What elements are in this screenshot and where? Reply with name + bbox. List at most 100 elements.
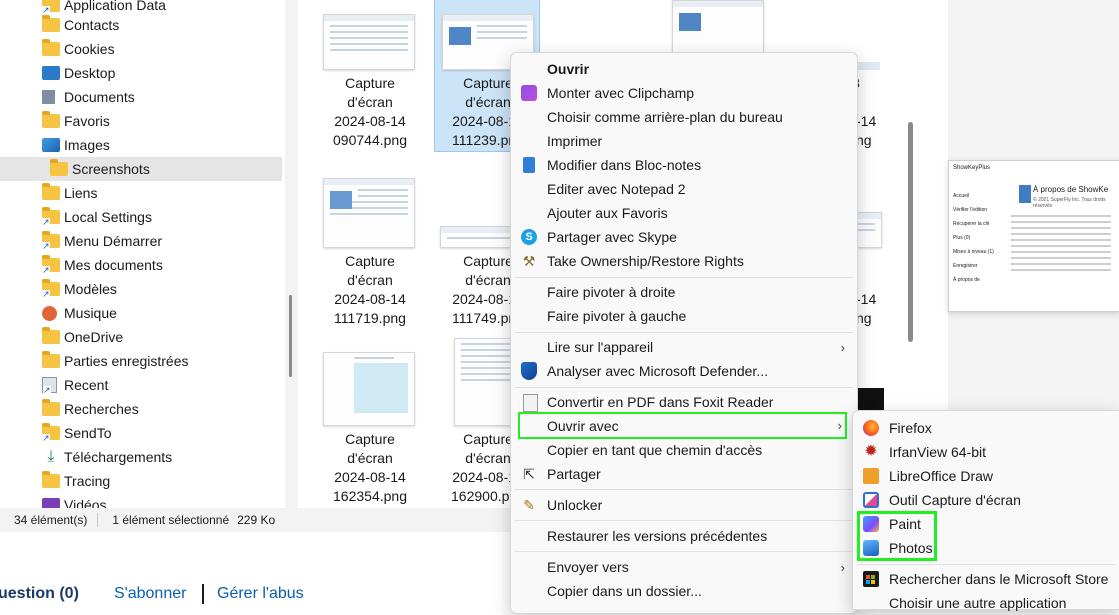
nav-item-label: Menu Démarrer xyxy=(64,233,163,249)
snipping-tool-icon xyxy=(863,492,879,508)
menu-item-rotate-right[interactable]: Faire pivoter à droite xyxy=(511,280,857,304)
open-with-libreoffice-draw[interactable]: LibreOffice Draw xyxy=(853,464,1119,488)
open-with-firefox[interactable]: Firefox xyxy=(853,416,1119,440)
file-name-partial: ng xyxy=(856,310,872,326)
menu-item-label: Modifier dans Bloc-notes xyxy=(547,157,702,173)
menu-item-convert-pdf[interactable]: Convertir en PDF dans Foxit Reader xyxy=(511,390,857,414)
notepad-icon xyxy=(523,157,535,173)
file-name-partial: -14 xyxy=(856,291,877,307)
nav-item-label: Documents xyxy=(64,89,135,105)
open-with-irfanview[interactable]: ✹ IrfanView 64-bit xyxy=(853,440,1119,464)
menu-item-set-wallpaper[interactable]: Choisir comme arrière-plan du bureau xyxy=(511,105,857,129)
preview-menu-item: Enregistrer xyxy=(953,263,978,269)
nav-item-screenshots[interactable]: Screenshots xyxy=(0,157,282,181)
nav-item-videos[interactable]: Vidéos xyxy=(0,493,282,508)
nav-item-modeles[interactable]: Modèles xyxy=(0,277,282,301)
menu-item-notepad2[interactable]: Editer avec Notepad 2 xyxy=(511,177,857,201)
menu-item-print[interactable]: Imprimer xyxy=(511,129,857,153)
menu-item-label: Faire pivoter à gauche xyxy=(547,308,687,324)
preview-app-name: ShowKeyPlus xyxy=(953,165,991,171)
nav-item-telechargements[interactable]: ⤓ Téléchargements xyxy=(0,445,282,469)
menu-item-label: Copier en tant que chemin d'accès xyxy=(547,442,763,458)
nav-item-sendto[interactable]: SendTo xyxy=(0,421,282,445)
submenu-item-label: Firefox xyxy=(889,420,932,436)
images-icon xyxy=(42,138,60,152)
defender-icon xyxy=(521,362,537,380)
open-with-photos[interactable]: Photos xyxy=(853,536,1119,560)
menu-item-scan-defender[interactable]: Analyser avec Microsoft Defender... xyxy=(511,359,857,383)
menu-item-copy-to-folder[interactable]: Copier dans un dossier... xyxy=(511,579,857,603)
menu-item-open-with[interactable]: Ouvrir avec › xyxy=(518,412,847,439)
folder-shortcut-icon xyxy=(42,207,60,227)
nav-item-recent[interactable]: Recent xyxy=(0,373,282,397)
folder-icon xyxy=(42,111,60,128)
menu-item-cast-to-device[interactable]: Lire sur l'appareil › xyxy=(511,335,857,359)
folder-icon xyxy=(42,327,60,344)
file-name-partial: ng xyxy=(856,132,872,148)
photos-icon xyxy=(863,540,879,556)
nav-item-recherches[interactable]: Recherches xyxy=(0,397,282,421)
menu-item-send-to[interactable]: Envoyer vers › xyxy=(511,555,857,579)
menu-item-take-ownership[interactable]: ⚒ Take Ownership/Restore Rights xyxy=(511,249,857,273)
libreoffice-draw-icon xyxy=(863,468,879,484)
menu-separator xyxy=(515,277,853,278)
folder-icon xyxy=(42,399,60,416)
preview-copyright: © 2021 SuperFly Inc. Tous droits réservé… xyxy=(1033,197,1106,209)
menu-item-copy-path[interactable]: Copier en tant que chemin d'accès xyxy=(511,438,857,462)
content-scrollbar[interactable] xyxy=(908,122,913,342)
context-menu: Ouvrir Monter avec Clipchamp Choisir com… xyxy=(510,52,858,614)
report-abuse-link[interactable]: Gérer l'abus xyxy=(217,585,304,603)
submenu-item-label: IrfanView 64-bit xyxy=(889,444,987,460)
nav-item-liens[interactable]: Liens xyxy=(0,181,282,205)
status-size: 229 Ko xyxy=(237,513,276,527)
nav-item-menu-demarrer[interactable]: Menu Démarrer xyxy=(0,229,282,253)
nav-item-musique[interactable]: Musique xyxy=(0,301,282,325)
documents-icon xyxy=(42,90,55,104)
menu-item-label: Faire pivoter à droite xyxy=(547,284,676,300)
menu-item-share-skype[interactable]: S Partager avec Skype xyxy=(511,225,857,249)
menu-item-label: Choisir comme arrière-plan du bureau xyxy=(547,109,783,125)
folder-icon xyxy=(42,39,60,56)
nav-item-favoris[interactable]: Favoris xyxy=(0,109,282,133)
nav-item-documents[interactable]: Documents xyxy=(0,85,282,109)
chevron-right-icon: › xyxy=(837,418,842,433)
open-with-choose-other[interactable]: Choisir une autre application xyxy=(853,591,1119,615)
nav-item-label: Contacts xyxy=(64,17,120,33)
nav-item-cookies[interactable]: Cookies xyxy=(0,37,282,61)
question-link[interactable]: uestion (0) xyxy=(0,585,79,603)
menu-item-restore-versions[interactable]: Restaurer les versions précédentes xyxy=(511,524,857,548)
subscribe-link[interactable]: S'abonner xyxy=(114,585,186,603)
open-with-microsoft-store[interactable]: Rechercher dans le Microsoft Store xyxy=(853,567,1119,591)
nav-item-label: Recherches xyxy=(64,401,139,417)
nav-item-desktop[interactable]: Desktop xyxy=(0,61,282,85)
folder-shortcut-icon xyxy=(42,231,60,251)
open-with-paint[interactable]: Paint xyxy=(853,512,1119,536)
nav-item-local-settings[interactable]: Local Settings xyxy=(0,205,282,229)
menu-item-add-favorites[interactable]: Ajouter aux Favoris xyxy=(511,201,857,225)
nav-item-tracing[interactable]: Tracing xyxy=(0,469,282,493)
open-with-snipping-tool[interactable]: Outil Capture d'écran xyxy=(853,488,1119,512)
menu-separator xyxy=(857,564,1116,565)
nav-item-mes-documents[interactable]: Mes documents xyxy=(0,253,282,277)
menu-item-label: Take Ownership/Restore Rights xyxy=(547,253,744,269)
menu-item-clipchamp[interactable]: Monter avec Clipchamp xyxy=(511,81,857,105)
menu-item-open[interactable]: Ouvrir xyxy=(511,57,857,81)
menu-item-share[interactable]: ⇱ Partager xyxy=(511,462,857,486)
menu-item-edit-notepad[interactable]: Modifier dans Bloc-notes xyxy=(511,153,857,177)
nav-item-label: Images xyxy=(64,137,110,153)
nav-item-contacts[interactable]: Contacts xyxy=(0,13,282,37)
nav-item-onedrive[interactable]: OneDrive xyxy=(0,325,282,349)
submenu-item-label: Rechercher dans le Microsoft Store xyxy=(889,571,1109,587)
nav-scrollbar[interactable] xyxy=(289,295,292,377)
status-item-count: 34 élément(s) xyxy=(14,513,88,527)
menu-item-label: Lire sur l'appareil xyxy=(547,339,654,355)
nav-item-parties-enregistrees[interactable]: Parties enregistrées xyxy=(0,349,282,373)
nav-item-images[interactable]: Images xyxy=(0,133,282,157)
menu-item-rotate-left[interactable]: Faire pivoter à gauche xyxy=(511,304,857,328)
menu-item-unlocker[interactable]: ✎ Unlocker xyxy=(511,493,857,517)
file-thumbnail xyxy=(323,352,415,426)
file-thumbnail xyxy=(323,14,415,70)
nav-item-label: Cookies xyxy=(64,41,115,57)
menu-item-label: Imprimer xyxy=(547,133,603,149)
file-name: Capture d'écran 2024-08-14 111719.png xyxy=(334,253,406,326)
